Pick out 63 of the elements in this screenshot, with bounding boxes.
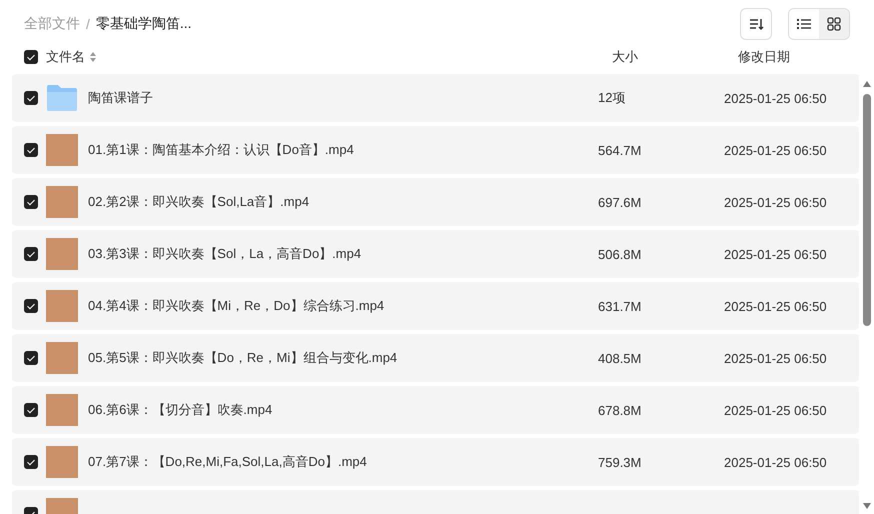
row-checkbox[interactable] (24, 403, 38, 417)
file-row[interactable]: 04.第4课：即兴吹奏【Mi，Re，Do】综合练习.mp4 631.7M 2025-01-25 06:50 (12, 282, 859, 330)
modified-date: 2025-01-25 06:50 (724, 194, 827, 210)
list-icon (797, 17, 811, 31)
file-row[interactable]: 02.第2课：即兴吹奏【Sol,La音】.mp4 697.6M 2025-01-25 06:50 (12, 178, 859, 226)
modified-date: 2025-01-25 06:50 (724, 298, 827, 314)
file-row[interactable]: 01.第1课：陶笛基本介绍：认识【Do音】.mp4 564.7M 2025-01-25 06:50 (12, 126, 859, 174)
file-name: 07.第7课：【Do,Re,Mi,Fa,Sol,La,高音Do】.mp4 (88, 453, 368, 471)
row-checkbox[interactable] (24, 143, 38, 157)
sort-arrows-icon (89, 51, 97, 63)
video-thumbnail (46, 186, 78, 218)
scroll-up-icon[interactable] (862, 80, 872, 88)
file-name: 06.第6课：【切分音】吹奏.mp4 (88, 401, 274, 419)
file-size: 759.3M (598, 454, 642, 470)
video-thumbnail (46, 342, 78, 374)
video-thumbnail (46, 134, 78, 166)
row-checkbox[interactable] (24, 247, 38, 261)
row-checkbox[interactable] (24, 351, 38, 365)
row-checkbox[interactable] (24, 91, 38, 105)
file-size: 631.7M (598, 298, 642, 314)
file-row[interactable]: 06.第6课：【切分音】吹奏.mp4 678.8M 2025-01-25 06:50 (12, 386, 859, 434)
video-thumbnail (46, 394, 78, 426)
grid-icon (827, 17, 841, 31)
breadcrumb-separator: / (86, 16, 90, 32)
row-checkbox[interactable] (24, 299, 38, 313)
file-size: 12项 (598, 89, 626, 107)
file-name: 02.第2课：即兴吹奏【Sol,La音】.mp4 (88, 193, 310, 211)
modified-date: 2025-01-25 06:50 (724, 454, 827, 470)
folder-icon (46, 84, 78, 112)
file-name: 陶笛课谱子 (88, 89, 154, 107)
modified-date: 2025-01-25 06:50 (724, 246, 827, 262)
modified-date: 2025-01-25 06:50 (724, 350, 827, 366)
file-size: 408.5M (598, 350, 642, 366)
scroll-down-icon[interactable] (862, 502, 872, 510)
column-header[interactable]: 大小 (612, 48, 738, 66)
video-thumbnail (46, 238, 78, 270)
sort-icon (748, 16, 764, 32)
file-row[interactable]: 05.第5课：即兴吹奏【Do，Re，Mi】组合与变化.mp4 408.5M 2025-01-25 06:50 (12, 334, 859, 382)
file-size: 506.8M (598, 246, 642, 262)
file-size: 678.8M (598, 402, 642, 418)
grid-view-button[interactable] (819, 9, 849, 39)
file-row[interactable]: 07.第7课：【Do,Re,Mi,Fa,Sol,La,高音Do】.mp4 759.3M 2025-01-25 06:50 (12, 438, 859, 486)
video-thumbnail (46, 446, 78, 478)
file-size: 564.7M (598, 142, 642, 158)
column-header[interactable]: 修改日期 (738, 48, 790, 66)
file-row[interactable]: 陶笛课谱子 12项 2025-01-25 06:50 (12, 74, 859, 122)
modified-date: 2025-01-25 06:50 (724, 142, 827, 158)
scrollbar-thumb[interactable] (863, 94, 871, 326)
modified-date: 2025-01-25 06:50 (724, 90, 827, 106)
row-checkbox[interactable] (24, 195, 38, 209)
file-name: 03.第3课：即兴吹奏【Sol，La，高音Do】.mp4 (88, 245, 362, 263)
sort-button[interactable] (740, 8, 772, 40)
row-checkbox[interactable] (24, 455, 38, 469)
breadcrumb-item: 零基础学陶笛... (96, 15, 192, 33)
modified-date: 2025-01-25 06:50 (724, 402, 827, 418)
file-name: 05.第5课：即兴吹奏【Do，Re，Mi】组合与变化.mp4 (88, 349, 398, 367)
column-header[interactable]: 文件名 (46, 48, 85, 66)
file-size: 697.6M (598, 194, 642, 210)
select-all-checkbox[interactable] (24, 50, 38, 64)
video-thumbnail (46, 290, 78, 322)
file-name: 04.第4课：即兴吹奏【Mi，Re，Do】综合练习.mp4 (88, 297, 386, 315)
file-name: 01.第1课：陶笛基本介绍：认识【Do音】.mp4 (88, 141, 355, 159)
file-row[interactable]: 03.第3课：即兴吹奏【Sol，La，高音Do】.mp4 506.8M 2025-01-25 06:50 (12, 230, 859, 278)
